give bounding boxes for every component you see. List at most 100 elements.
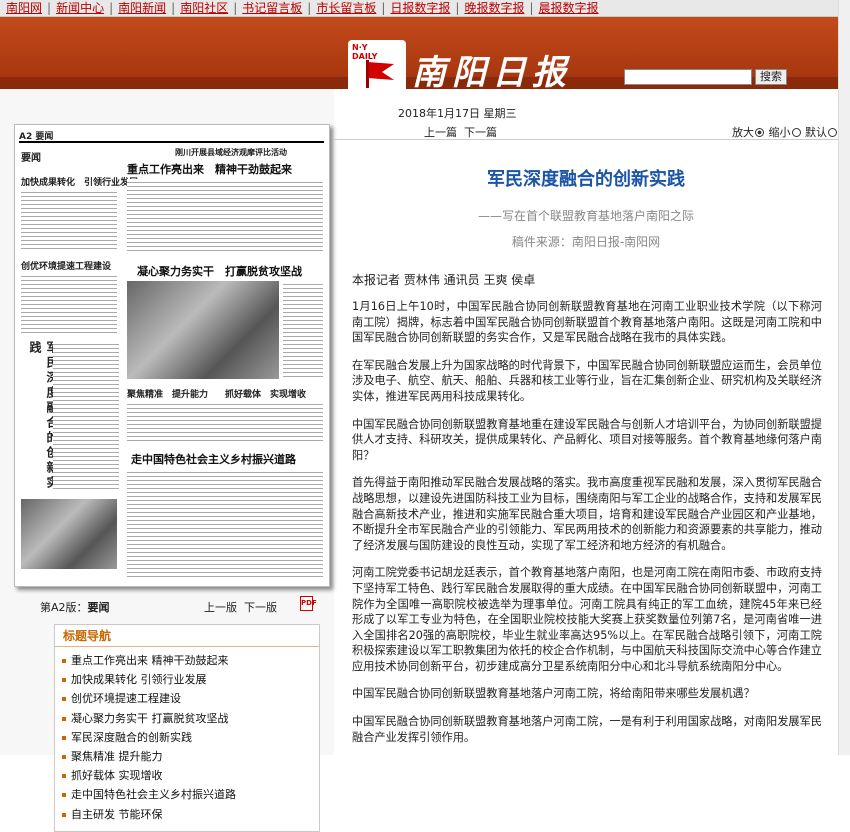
article-area: 2018年1月17日 星期三 上一篇 下一篇 放大 缩小 默认 军民深度融合的创… bbox=[334, 89, 838, 755]
newspaper-section: 要闻 bbox=[21, 153, 41, 164]
top-nav-link[interactable]: 市长留言板 bbox=[316, 1, 376, 15]
top-nav-link[interactable]: 新闻中心 bbox=[56, 1, 104, 15]
title-navigation-item[interactable]: 走中国特色社会主义乡村振兴道路 bbox=[55, 785, 319, 804]
title-navigation-box: 标题导航 重点工作亮出来 精神干劲鼓起来 加快成果转化 引领行业发展 创优环境提速工… bbox=[54, 624, 320, 832]
newspaper-sub-1: 聚焦精准 提升能力 bbox=[127, 390, 209, 400]
top-nav-link[interactable]: 晨报数字报 bbox=[539, 1, 599, 15]
article-navigation: 上一篇 下一篇 bbox=[424, 124, 497, 140]
article-paragraph: 首先得益于南阳推动军民融合发展战略的落实。我市高度重视军民融和发展，深入贯彻军民… bbox=[352, 476, 822, 552]
newspaper-text-block bbox=[53, 341, 119, 491]
bullet-icon bbox=[62, 678, 66, 683]
nav-separator: | bbox=[171, 1, 176, 15]
article-source: 稿件来源：南阳日报-南阳网 bbox=[511, 235, 661, 249]
title-navigation-item-label: 聚焦精准 提升能力 bbox=[71, 749, 163, 763]
article-headline: 军民深度融合的创新实践 bbox=[487, 169, 685, 190]
article-paragraph: 1月16日上午10时，中国军民融合协同创新联盟教育基地在河南工业职业技术学院（以… bbox=[352, 300, 822, 345]
bullet-icon bbox=[62, 774, 66, 779]
search-input[interactable] bbox=[624, 69, 752, 85]
zoom-controls: 放大 缩小 默认 bbox=[732, 124, 838, 140]
title-navigation-item[interactable]: 聚焦精准 提升能力 bbox=[55, 747, 319, 766]
newspaper-text-block bbox=[283, 281, 323, 379]
title-navigation-item[interactable]: 军民深度融合的创新实践 bbox=[55, 728, 319, 747]
zoom-default-label: 默认 bbox=[805, 126, 827, 139]
nav-separator: | bbox=[381, 1, 386, 15]
left-panel: A2 要闻 要闻 加快成果转化 引领行业发展 创优环境提速工程建设 军民深度融合… bbox=[0, 89, 334, 832]
pdf-icon[interactable]: PDF bbox=[300, 596, 317, 611]
nav-separator: | bbox=[109, 1, 114, 15]
title-navigation-list: 重点工作亮出来 精神干劲鼓起来 加快成果转化 引领行业发展 创优环境提速工程建设凝心… bbox=[55, 647, 319, 824]
title-navigation-item[interactable]: 自主研发 节能环保 bbox=[55, 805, 319, 824]
search-button[interactable]: 搜索 bbox=[755, 69, 787, 85]
title-navigation-item[interactable]: 创优环境提速工程建设 bbox=[55, 689, 319, 708]
divider bbox=[334, 139, 838, 140]
title-navigation-item[interactable]: 重点工作亮出来 精神干劲鼓起来 bbox=[55, 651, 319, 670]
flag-icon bbox=[366, 60, 394, 88]
nav-separator: | bbox=[455, 1, 460, 15]
article-byline: 本报记者 贾林伟 通讯员 王爽 侯卓 bbox=[352, 273, 536, 287]
newspaper-kicker: 刚川开展县域经济观摩评比活动 bbox=[175, 148, 287, 157]
top-nav-link[interactable]: 南阳网 bbox=[6, 1, 42, 15]
title-navigation-heading: 标题导航 bbox=[55, 625, 319, 647]
newspaper-headline-low: 走中国特色社会主义乡村振兴道路 bbox=[131, 453, 296, 466]
newspaper-page-thumbnail[interactable]: A2 要闻 要闻 加快成果转化 引领行业发展 创优环境提速工程建设 军民深度融合… bbox=[14, 124, 330, 587]
title-navigation-item-label: 加快成果转化 引领行业发展 bbox=[71, 673, 207, 687]
newspaper-page-label: A2 要闻 bbox=[19, 132, 54, 142]
top-nav-link[interactable]: 书记留言板 bbox=[242, 1, 302, 15]
nav-separator: | bbox=[233, 1, 238, 15]
bullet-icon bbox=[62, 659, 66, 663]
newspaper-text-block bbox=[21, 189, 117, 251]
top-navigation: 南阳网 | 新闻中心 | 南阳新闻 | 南阳社区 | 书记留言板 | 市长留言板 | 日报数字报 | 晚报数… bbox=[0, 0, 838, 17]
newspaper-headline-mid: 凝心聚力务实干 打赢脱贫攻坚战 bbox=[137, 265, 302, 278]
newspaper-text-block bbox=[127, 179, 323, 253]
page-info-label: 第A2版： bbox=[40, 601, 88, 614]
title-navigation-item-label: 重点工作亮出来 精神干劲鼓起来 bbox=[71, 654, 229, 667]
newspaper-left-title-1: 加快成果转化 引领行业发展 bbox=[21, 178, 139, 188]
title-navigation-item[interactable]: 抓好载体 实现增收 bbox=[55, 766, 319, 785]
top-nav-link[interactable]: 日报数字报 bbox=[390, 1, 450, 15]
page-info-name: 要闻 bbox=[87, 601, 110, 614]
newspaper-left-title-2: 创优环境提速工程建设 bbox=[21, 262, 112, 272]
next-article-link[interactable]: 下一篇 bbox=[464, 126, 497, 139]
article-paragraph: 中国军民融合协同创新联盟教育基地重在建设军民融合与创新人才培训平台，为协同创新联… bbox=[352, 417, 822, 462]
top-nav-link[interactable]: 南阳新闻 bbox=[118, 1, 166, 15]
article-body: 1月16日上午10时，中国军民融合协同创新联盟教育基地在河南工业职业技术学院（以… bbox=[352, 299, 822, 757]
logo-emblem: N·Y DAILY bbox=[348, 40, 406, 96]
top-nav-link[interactable]: 南阳社区 bbox=[180, 1, 228, 15]
site-banner: N·Y DAILY 南阳日报 搜索 返回首页 | 版面导航 | 标题导航 bbox=[0, 17, 838, 103]
title-navigation-item-label: 创优环境提速工程建设 bbox=[71, 692, 181, 706]
bullet-icon bbox=[62, 812, 66, 817]
zoom-in-radio[interactable] bbox=[755, 128, 764, 137]
scrollbar[interactable] bbox=[838, 0, 850, 755]
page-info: 第A2版：要闻 bbox=[40, 599, 110, 615]
zoom-default-radio[interactable] bbox=[828, 128, 837, 137]
zoom-out-radio[interactable] bbox=[791, 128, 801, 137]
newspaper-masthead: A2 要闻 bbox=[19, 129, 324, 143]
newspaper-text-block bbox=[127, 401, 323, 443]
newspaper-sub-2: 抓好载体 实现增收 bbox=[225, 390, 307, 400]
logo-name: 南阳日报 bbox=[412, 53, 572, 93]
title-navigation-item[interactable]: 加快成果转化 引领行业发展 bbox=[55, 670, 319, 689]
next-page-link[interactable]: 下一版 bbox=[244, 601, 277, 614]
nav-separator: | bbox=[47, 1, 52, 15]
site-logo[interactable]: N·Y DAILY 南阳日报 bbox=[348, 40, 568, 96]
article-paragraph: 在军民融合发展上升为国家战略的时代背景下，中国军民融合协同创新联盟应运而生，会员… bbox=[352, 358, 822, 403]
title-navigation-item-label: 抓好载体 实现增收 bbox=[71, 769, 163, 783]
title-navigation-item-label: 军民深度融合的创新实践 bbox=[71, 730, 192, 744]
prev-page-link[interactable]: 上一版 bbox=[204, 601, 237, 614]
newspaper-headline-top: 重点工作亮出来 精神干劲鼓起来 bbox=[127, 163, 292, 176]
bullet-icon bbox=[62, 754, 66, 759]
newspaper-text-block bbox=[127, 469, 323, 577]
title-navigation-item-label: 自主研发 节能环保 bbox=[71, 807, 163, 821]
top-nav-link[interactable]: 晚报数字报 bbox=[464, 1, 524, 15]
article-paragraph: 中国军民融合协同创新联盟教育基地落户河南工院，一是有利于利用国家战略，对南阳发展… bbox=[352, 715, 822, 744]
title-navigation-item[interactable]: 凝心聚力务实干 打赢脱贫攻坚战 bbox=[55, 709, 319, 728]
bullet-icon bbox=[62, 716, 66, 721]
nav-separator: | bbox=[529, 1, 534, 15]
newspaper-photo bbox=[21, 499, 117, 569]
bullet-icon bbox=[62, 735, 66, 740]
newspaper-photo bbox=[127, 281, 279, 379]
prev-article-link[interactable]: 上一篇 bbox=[424, 126, 457, 139]
title-navigation-item-label: 凝心聚力务实干 打赢脱贫攻坚战 bbox=[71, 711, 229, 725]
bullet-icon bbox=[62, 793, 66, 798]
page-navigation: 上一版 下一版 bbox=[204, 599, 277, 615]
